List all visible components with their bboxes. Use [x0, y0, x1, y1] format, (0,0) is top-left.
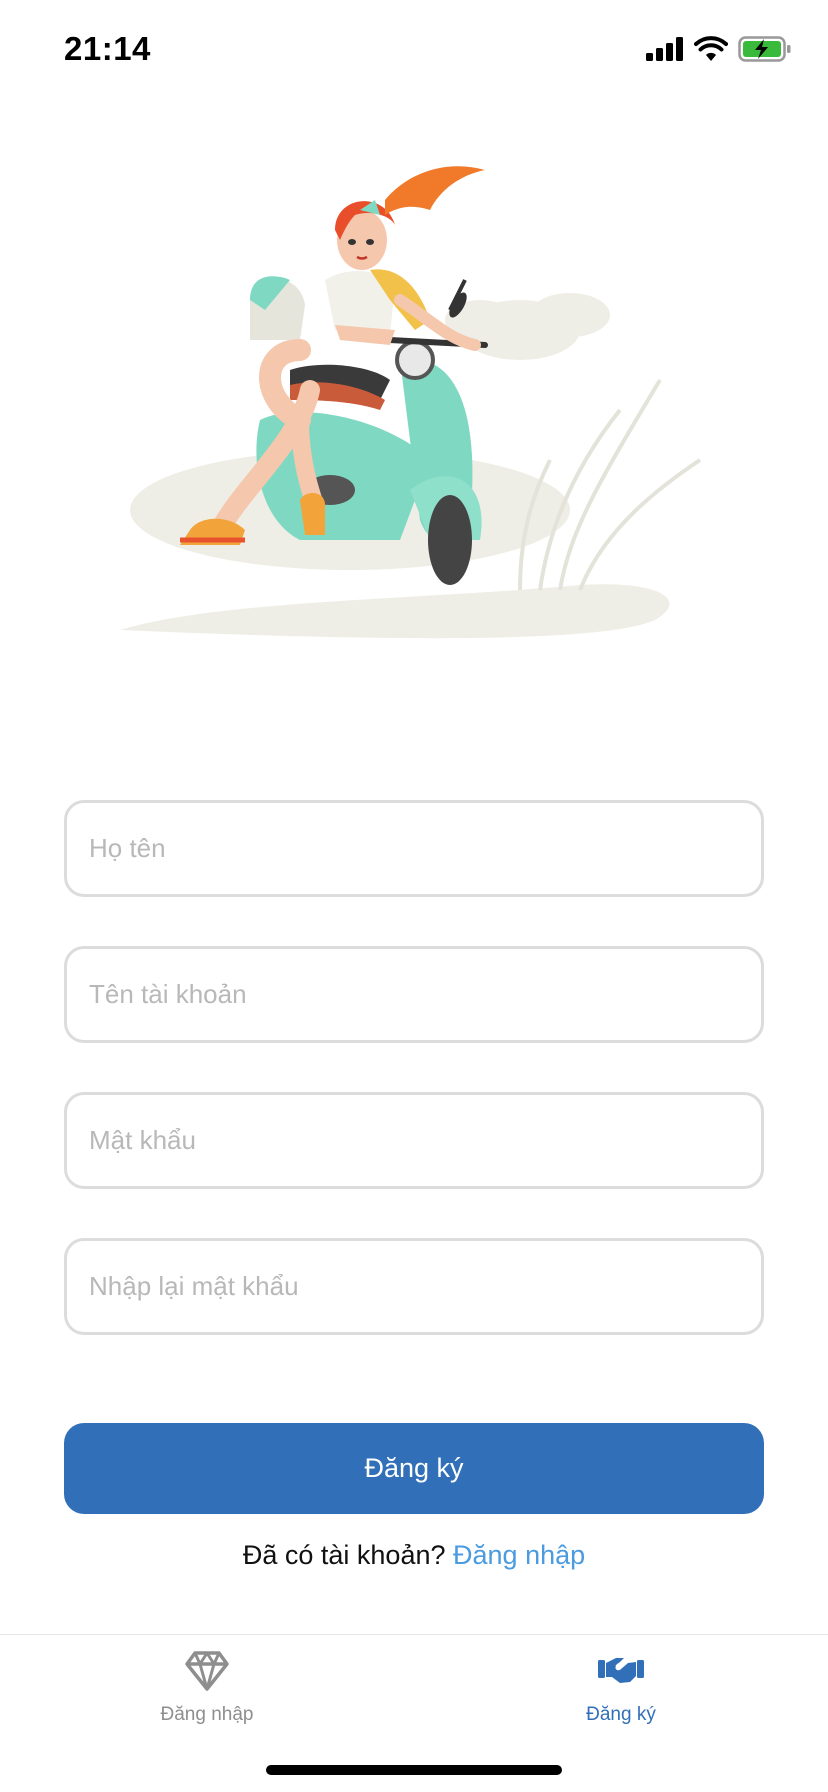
status-icons [646, 36, 792, 62]
tab-login[interactable]: Đăng nhập [107, 1635, 307, 1726]
tab-register[interactable]: Đăng ký [521, 1635, 721, 1726]
home-indicator [266, 1765, 562, 1775]
register-form [64, 800, 764, 1384]
confirm-password-input[interactable] [64, 1238, 764, 1335]
status-bar: 21:14 [0, 0, 828, 100]
login-prompt: Đã có tài khoản? Đăng nhập [0, 1540, 828, 1571]
tab-register-label: Đăng ký [586, 1704, 656, 1725]
status-time: 21:14 [64, 30, 151, 67]
login-prompt-text: Đã có tài khoản? [242, 1540, 446, 1570]
password-input[interactable] [64, 1092, 764, 1189]
scooter-illustration [120, 166, 702, 639]
diamond-icon [185, 1651, 229, 1691]
battery-icon [738, 36, 791, 62]
hero-illustration [100, 160, 740, 660]
tab-login-label: Đăng nhập [160, 1704, 254, 1725]
signal-icon [646, 37, 683, 61]
register-button[interactable]: Đăng ký [64, 1423, 764, 1514]
wifi-icon [694, 36, 728, 61]
full-name-input[interactable] [64, 800, 764, 897]
username-input[interactable] [64, 946, 764, 1043]
login-link[interactable]: Đăng nhập [453, 1540, 585, 1570]
handshake-icon [598, 1658, 644, 1683]
